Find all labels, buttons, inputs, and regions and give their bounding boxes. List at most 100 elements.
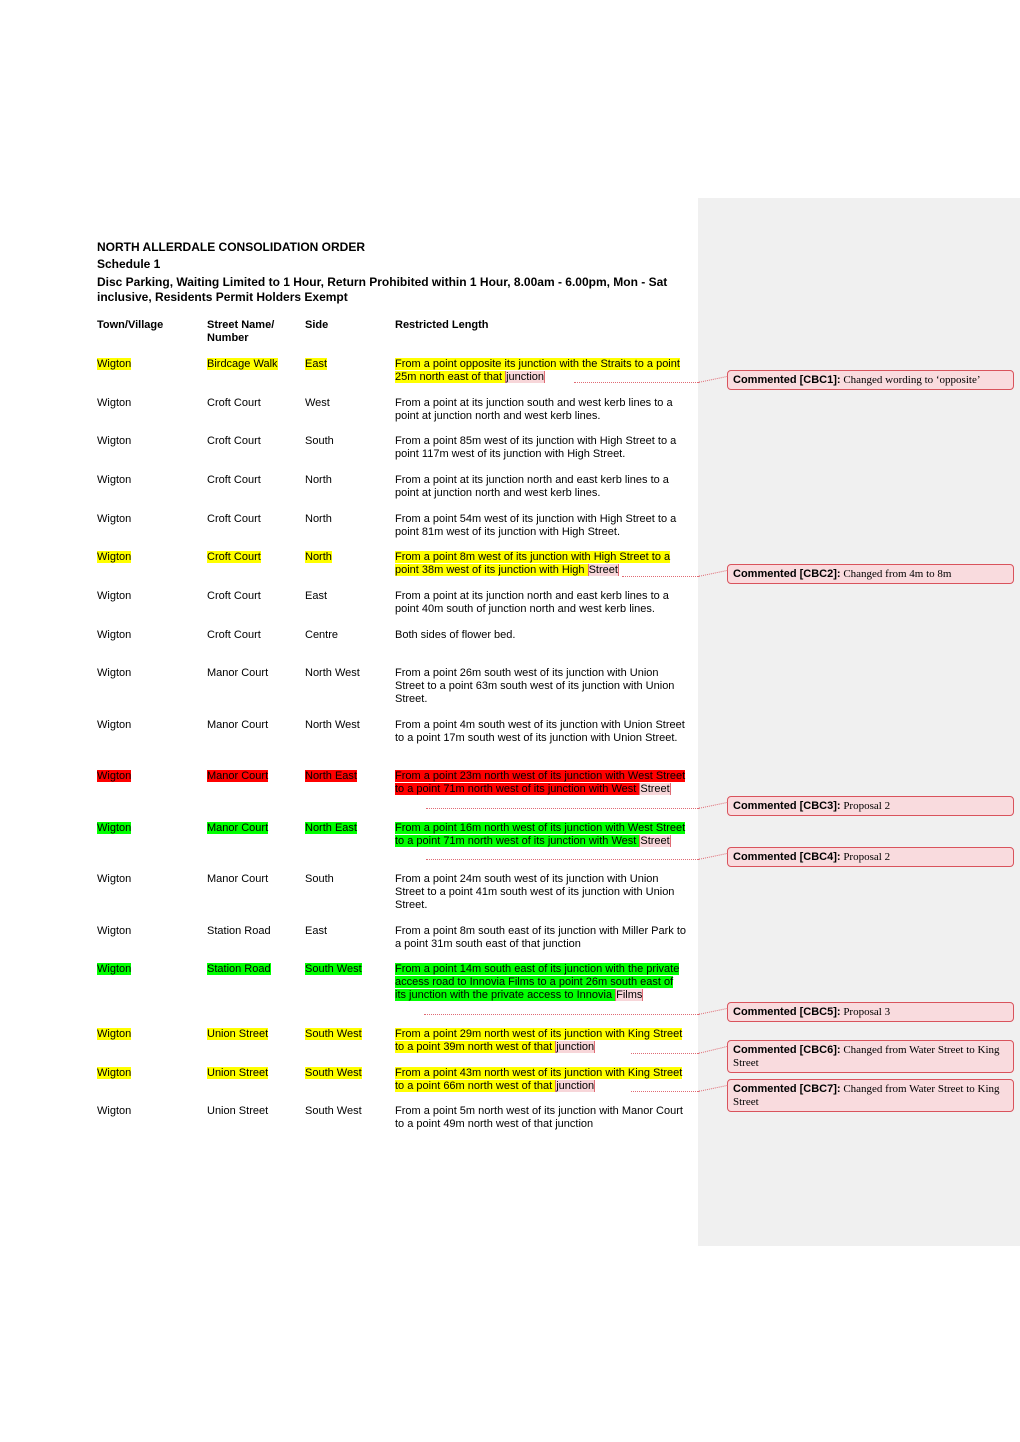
side-cell-text: South West xyxy=(305,1105,362,1117)
town-cell: Wigton xyxy=(97,1028,197,1041)
document-title: NORTH ALLERDALE CONSOLIDATION ORDER xyxy=(97,240,365,254)
side-cell: East xyxy=(305,925,390,938)
comment-connector-line xyxy=(631,1091,698,1092)
side-cell: South xyxy=(305,435,390,448)
street-cell: Manor Court xyxy=(207,822,302,835)
length-cell: From a point at its junction north and e… xyxy=(395,590,687,616)
town-cell: Wigton xyxy=(97,719,197,732)
town-cell-text: Wigton xyxy=(97,1067,132,1079)
comment-balloon[interactable]: Commented [CBC2]: Changed from 4m to 8m xyxy=(727,564,1014,584)
town-cell-text: Wigton xyxy=(97,770,132,782)
comment-text: Changed wording to ‘opposite’ xyxy=(840,374,981,386)
schedule-description: Disc Parking, Waiting Limited to 1 Hour,… xyxy=(97,275,668,304)
town-cell: Wigton xyxy=(97,1067,197,1080)
town-cell: Wigton xyxy=(97,1105,197,1118)
street-cell: Union Street xyxy=(207,1067,302,1080)
town-cell-text: Wigton xyxy=(97,358,132,370)
length-cell: From a point 8m west of its junction wit… xyxy=(395,551,687,577)
street-cell: Manor Court xyxy=(207,770,302,783)
street-cell: Manor Court xyxy=(207,719,302,732)
length-cell: From a point 14m south east of its junct… xyxy=(395,963,687,1002)
side-cell-text: East xyxy=(305,590,328,602)
comment-connector-line xyxy=(426,808,698,809)
side-cell-text: North xyxy=(305,474,332,486)
length-cell-text: From a point 5m north west of its juncti… xyxy=(395,1105,683,1130)
header-town: Town/Village xyxy=(97,319,164,331)
comment-balloon[interactable]: Commented [CBC7]: Changed from Water Str… xyxy=(727,1079,1014,1112)
street-cell-text: Birdcage Walk xyxy=(207,358,278,370)
length-cell-text: From a point 26m south west of its junct… xyxy=(395,667,675,705)
side-cell: North East xyxy=(305,770,390,783)
length-cell-text: From a point at its junction north and e… xyxy=(395,474,669,499)
comment-anchor[interactable]: junction xyxy=(555,1080,596,1092)
street-cell: Croft Court xyxy=(207,435,302,448)
street-cell: Union Street xyxy=(207,1028,302,1041)
street-cell-text: Manor Court xyxy=(207,822,269,834)
street-cell-text: Station Road xyxy=(207,963,271,975)
side-cell: South West xyxy=(305,1028,390,1041)
length-cell-text: From a point at its junction south and w… xyxy=(395,397,673,422)
town-cell: Wigton xyxy=(97,963,197,976)
side-cell: South West xyxy=(305,1105,390,1118)
town-cell-text: Wigton xyxy=(97,474,132,486)
comment-balloon[interactable]: Commented [CBC1]: Changed wording to ‘op… xyxy=(727,370,1014,390)
comment-connector-line xyxy=(574,382,698,383)
length-cell-text: From a point 4m south west of its juncti… xyxy=(395,719,685,744)
side-cell-text: Centre xyxy=(305,629,339,641)
document-heading: NORTH ALLERDALE CONSOLIDATION ORDER Sche… xyxy=(97,239,697,305)
comment-anchor[interactable]: junction xyxy=(555,1041,596,1053)
street-cell: Station Road xyxy=(207,963,302,976)
header-side: Side xyxy=(305,319,329,331)
town-cell-text: Wigton xyxy=(97,667,132,679)
side-cell-text: North xyxy=(305,513,332,525)
comment-label: Commented [CBC3]: xyxy=(733,800,841,812)
comment-balloon[interactable]: Commented [CBC4]: Proposal 2 xyxy=(727,847,1014,867)
street-cell: Croft Court xyxy=(207,397,302,410)
street-cell-text: Croft Court xyxy=(207,551,261,563)
street-cell-text: Manor Court xyxy=(207,719,269,731)
comment-anchor[interactable]: junction xyxy=(505,371,545,383)
side-cell-text: North West xyxy=(305,667,360,679)
town-cell: Wigton xyxy=(97,770,197,783)
side-cell: North West xyxy=(305,667,390,680)
street-cell: Station Road xyxy=(207,925,302,938)
length-cell-text: From a point 54m west of its junction wi… xyxy=(395,513,677,538)
comment-label: Commented [CBC2]: xyxy=(733,568,841,580)
town-cell-text: Wigton xyxy=(97,719,132,731)
comment-balloon[interactable]: Commented [CBC3]: Proposal 2 xyxy=(727,796,1014,816)
town-cell-text: Wigton xyxy=(97,925,132,937)
side-cell: North xyxy=(305,551,390,564)
street-cell-text: Station Road xyxy=(207,925,271,937)
comment-label: Commented [CBC4]: xyxy=(733,851,841,863)
town-cell: Wigton xyxy=(97,358,197,371)
street-cell-text: Manor Court xyxy=(207,770,269,782)
comment-anchor[interactable]: Films xyxy=(615,989,644,1001)
comment-anchor[interactable]: Street xyxy=(639,783,671,795)
street-cell: Croft Court xyxy=(207,474,302,487)
side-cell: North xyxy=(305,474,390,487)
street-cell-text: Manor Court xyxy=(207,873,269,885)
street-cell-text: Manor Court xyxy=(207,667,269,679)
town-cell: Wigton xyxy=(97,397,197,410)
side-cell: North West xyxy=(305,719,390,732)
street-cell: Manor Court xyxy=(207,667,302,680)
street-cell-text: Croft Court xyxy=(207,474,261,486)
comment-anchor[interactable]: Street xyxy=(587,564,619,576)
town-cell: Wigton xyxy=(97,513,197,526)
town-cell-text: Wigton xyxy=(97,822,132,834)
town-cell-text: Wigton xyxy=(97,435,132,447)
comment-anchor[interactable]: Street xyxy=(639,835,671,847)
town-cell: Wigton xyxy=(97,590,197,603)
side-cell-text: South xyxy=(305,873,334,885)
street-cell: Birdcage Walk xyxy=(207,358,302,371)
comment-balloon[interactable]: Commented [CBC6]: Changed from Water Str… xyxy=(727,1040,1014,1073)
side-cell-text: West xyxy=(305,397,330,409)
street-cell: Manor Court xyxy=(207,873,302,886)
length-cell: From a point 5m north west of its juncti… xyxy=(395,1105,687,1131)
comment-label: Commented [CBC1]: xyxy=(733,374,841,386)
town-cell-text: Wigton xyxy=(97,629,132,641)
side-cell-text: South West xyxy=(305,1028,362,1040)
street-cell-text: Croft Court xyxy=(207,629,261,641)
town-cell: Wigton xyxy=(97,822,197,835)
comment-balloon[interactable]: Commented [CBC5]: Proposal 3 xyxy=(727,1002,1014,1022)
